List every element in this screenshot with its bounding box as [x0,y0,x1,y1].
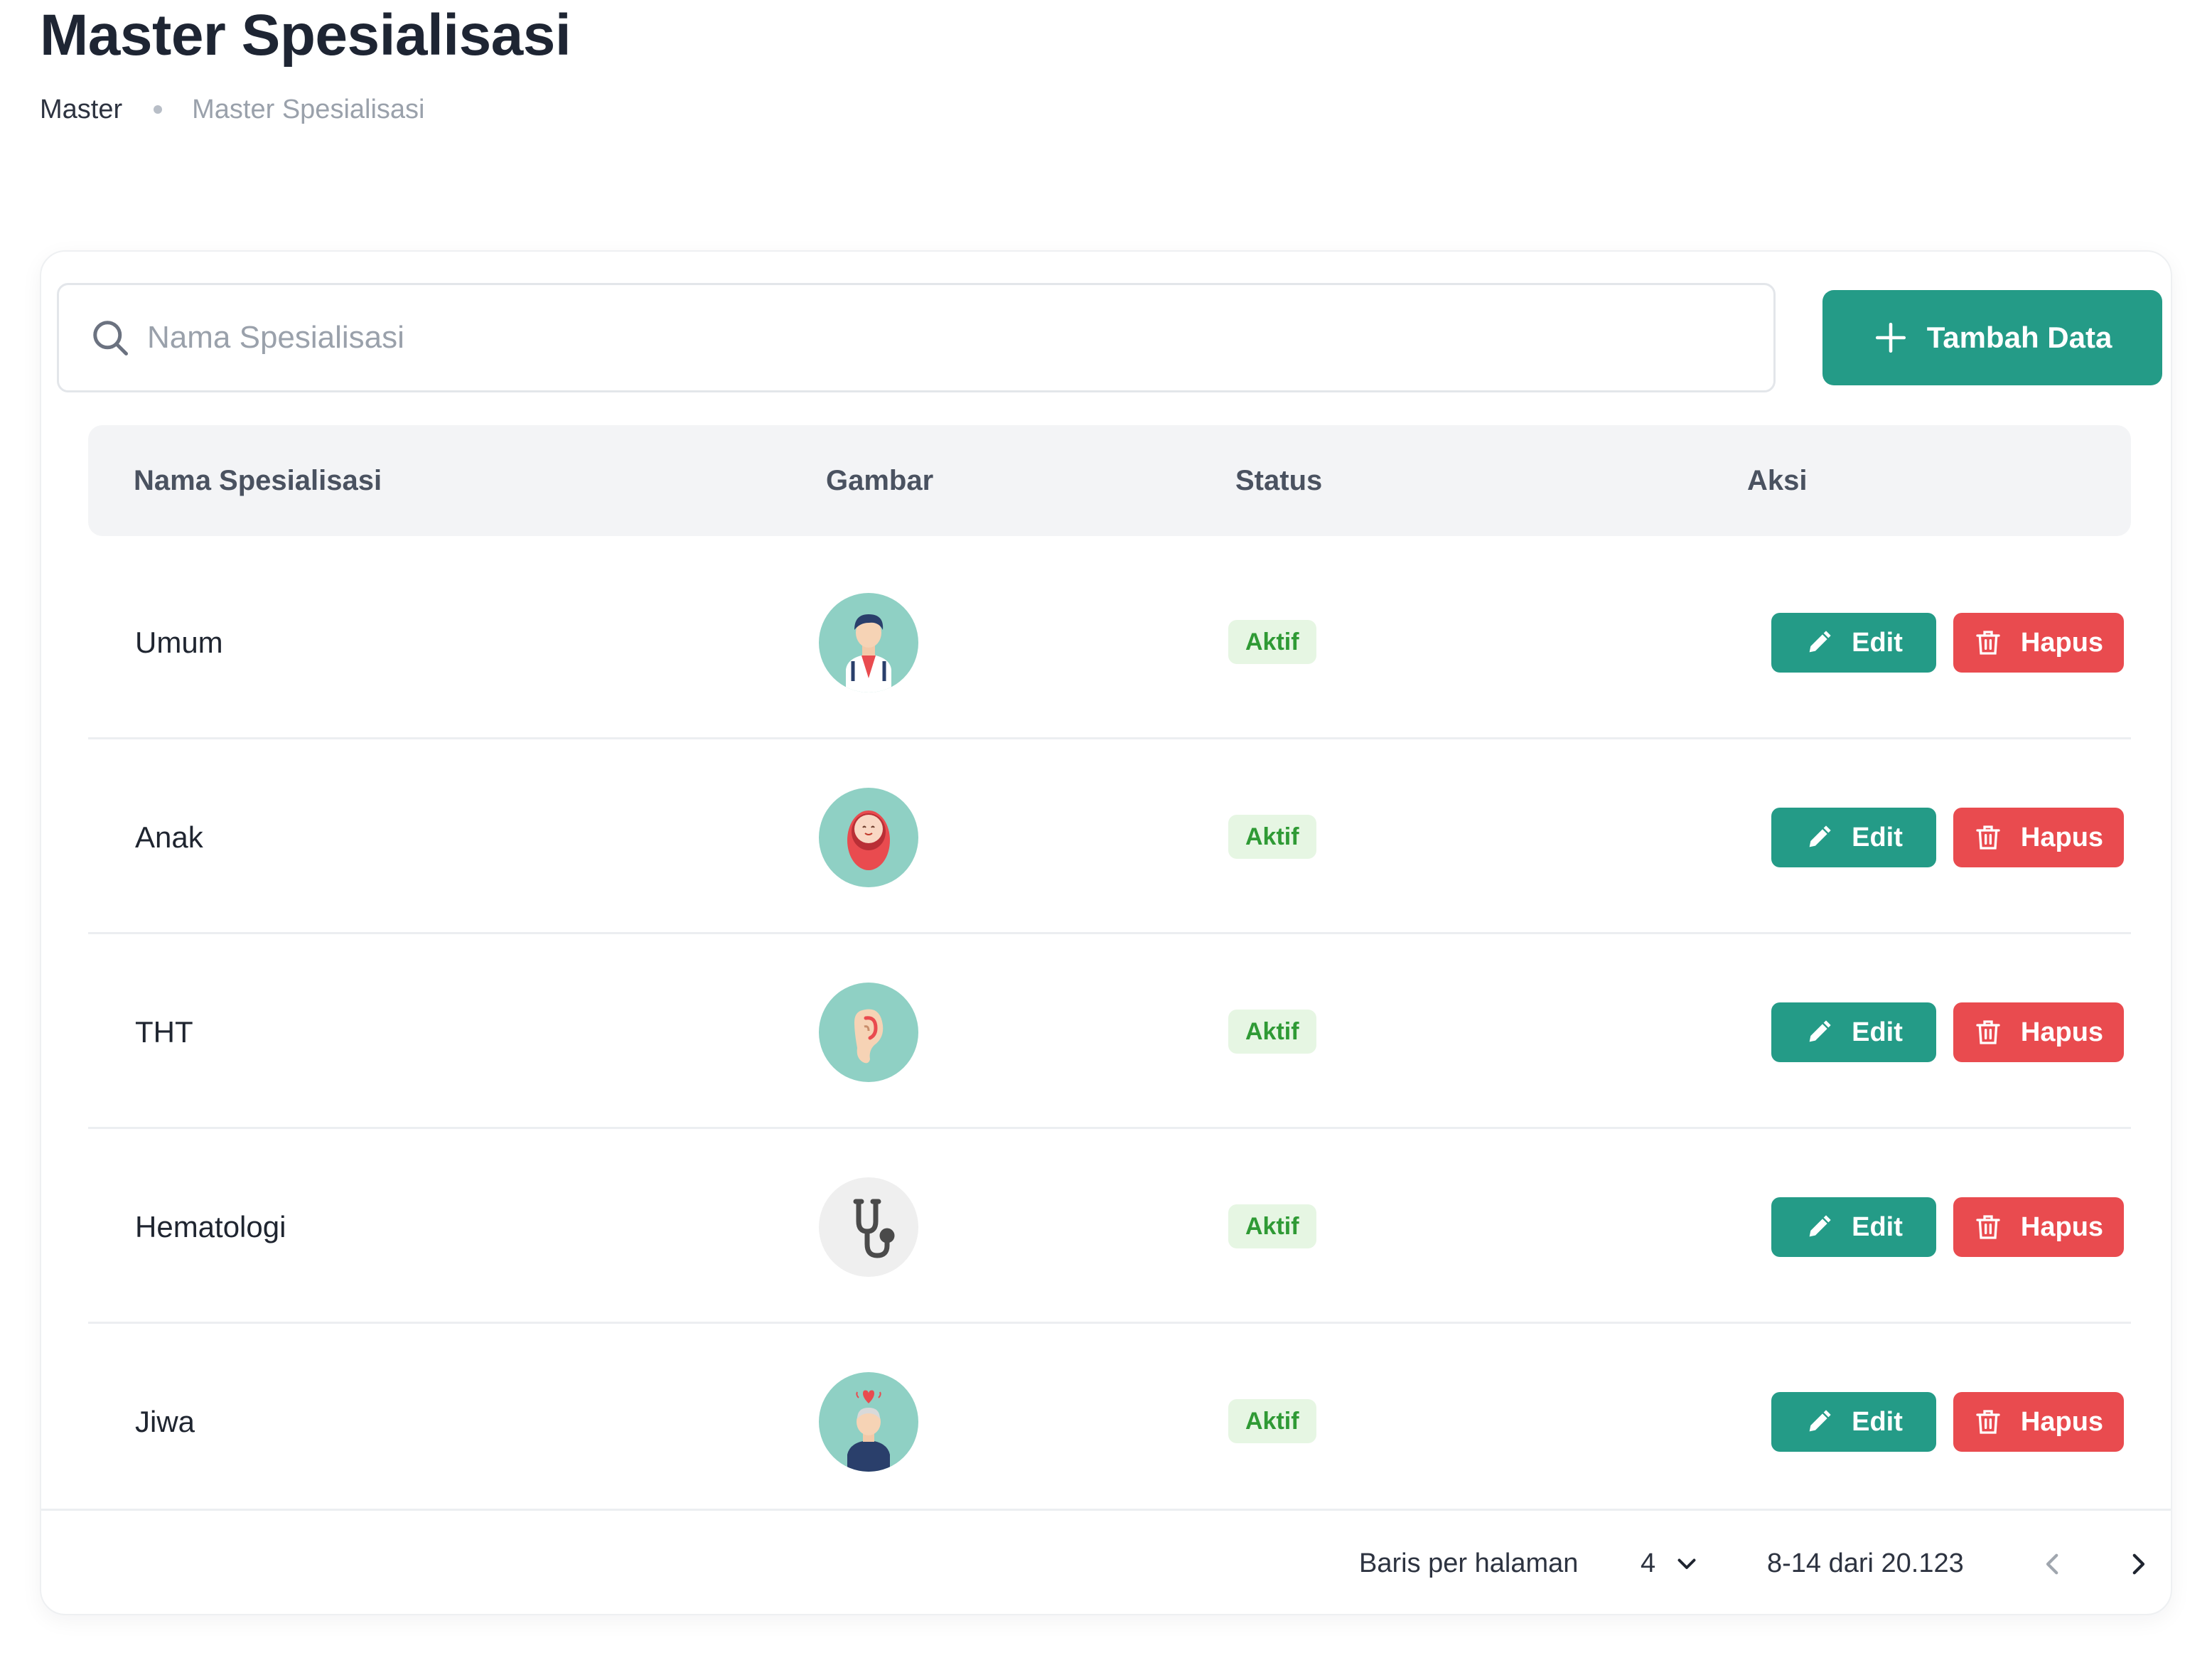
table-row: Anak Aktif Edit Hapus [88,741,2131,934]
table-row: Umum Aktif Edit Hapus [88,546,2131,739]
specialization-image [819,1372,918,1472]
mind-icon [847,1390,890,1472]
ear-icon [854,1009,884,1064]
trash-icon [1976,1215,2000,1239]
specialization-name: Hematologi [135,1210,286,1243]
breadcrumb-current: Master Spesialisasi [192,95,425,124]
edit-button[interactable]: Edit [1771,1002,1936,1062]
rows-per-page-value: 4 [1641,1548,1656,1578]
delete-label: Hapus [2020,1406,2104,1437]
footer-divider [41,1509,2171,1511]
pencil-icon [1809,1410,1831,1432]
edit-label: Edit [1852,1211,1903,1242]
edit-button[interactable]: Edit [1771,613,1936,673]
status-badge: Aktif [1228,620,1316,664]
delete-label: Hapus [2020,627,2104,658]
delete-button[interactable]: Hapus [1953,1392,2124,1452]
table-row: Hematologi Aktif Edit Hapus [88,1130,2131,1324]
trash-icon [1976,1020,2000,1044]
status-badge: Aktif [1228,815,1316,859]
edit-label: Edit [1852,1017,1903,1047]
specialization-name: THT [135,1015,193,1049]
edit-button[interactable]: Edit [1771,1197,1936,1257]
edit-label: Edit [1852,822,1903,852]
add-data-button[interactable]: Tambah Data [1822,290,2162,385]
specialization-name: Jiwa [135,1405,195,1438]
column-header-name: Nama Spesialisasi [134,465,382,496]
plus-icon [1875,322,1906,353]
trash-icon [1976,1410,2000,1434]
pencil-icon [1809,631,1831,653]
column-header-status: Status [1235,465,1323,496]
chevron-down-icon [1677,1558,1696,1569]
pagination-bar: Baris per halaman 4 8-14 dari 20.123 [41,1511,2171,1615]
rows-per-page-select[interactable]: 4 [1641,1538,1700,1588]
delete-button[interactable]: Hapus [1953,613,2124,673]
doctor-icon [846,614,891,692]
data-card: Tambah Data Nama Spesialisasi Gambar Sta… [40,250,2172,1615]
pagination-range: 8-14 dari 20.123 [1767,1548,1964,1578]
specialization-image [819,593,918,692]
rows-per-page-label: Baris per halaman [1359,1548,1579,1578]
add-data-label: Tambah Data [1926,321,2112,354]
breadcrumb-root[interactable]: Master [40,88,122,131]
delete-label: Hapus [2020,822,2104,852]
table-row: Jiwa Aktif Edit Hapus [88,1325,2131,1519]
breadcrumb-separator [154,105,163,114]
column-header-image: Gambar [826,465,934,496]
specialization-image [819,1177,918,1277]
chevron-left-icon [2046,1553,2058,1575]
status-badge: Aktif [1228,1010,1316,1054]
search-input[interactable] [147,320,1711,355]
delete-button[interactable]: Hapus [1953,808,2124,867]
chevron-right-icon [2132,1553,2145,1575]
pencil-icon [1809,1215,1831,1237]
search-box[interactable] [57,283,1776,392]
specialization-name: Umum [135,626,223,659]
stethoscope-icon [853,1199,895,1258]
status-badge: Aktif [1228,1399,1316,1443]
delete-label: Hapus [2020,1211,2104,1242]
specialization-image [819,983,918,1082]
delete-label: Hapus [2020,1017,2104,1047]
edit-label: Edit [1852,1406,1903,1437]
column-header-action: Aksi [1747,465,1808,496]
table-row: THT Aktif Edit Hapus [88,936,2131,1129]
next-page-button[interactable] [2120,1546,2157,1583]
baby-icon [847,810,890,870]
trash-icon [1976,825,2000,850]
pencil-icon [1809,1020,1831,1042]
specialization-name: Anak [135,820,203,854]
specialization-image [819,788,918,887]
table-header: Nama Spesialisasi Gambar Status Aksi [88,425,2131,536]
delete-button[interactable]: Hapus [1953,1197,2124,1257]
breadcrumb: Master Master Spesialisasi [40,88,424,131]
trash-icon [1976,631,2000,655]
edit-button[interactable]: Edit [1771,1392,1936,1452]
previous-page-button[interactable] [2034,1546,2071,1583]
edit-button[interactable]: Edit [1771,808,1936,867]
search-icon [93,321,128,355]
delete-button[interactable]: Hapus [1953,1002,2124,1062]
page-title: Master Spesialisasi [40,3,571,68]
status-badge: Aktif [1228,1204,1316,1248]
edit-label: Edit [1852,627,1903,658]
pencil-icon [1809,825,1831,847]
